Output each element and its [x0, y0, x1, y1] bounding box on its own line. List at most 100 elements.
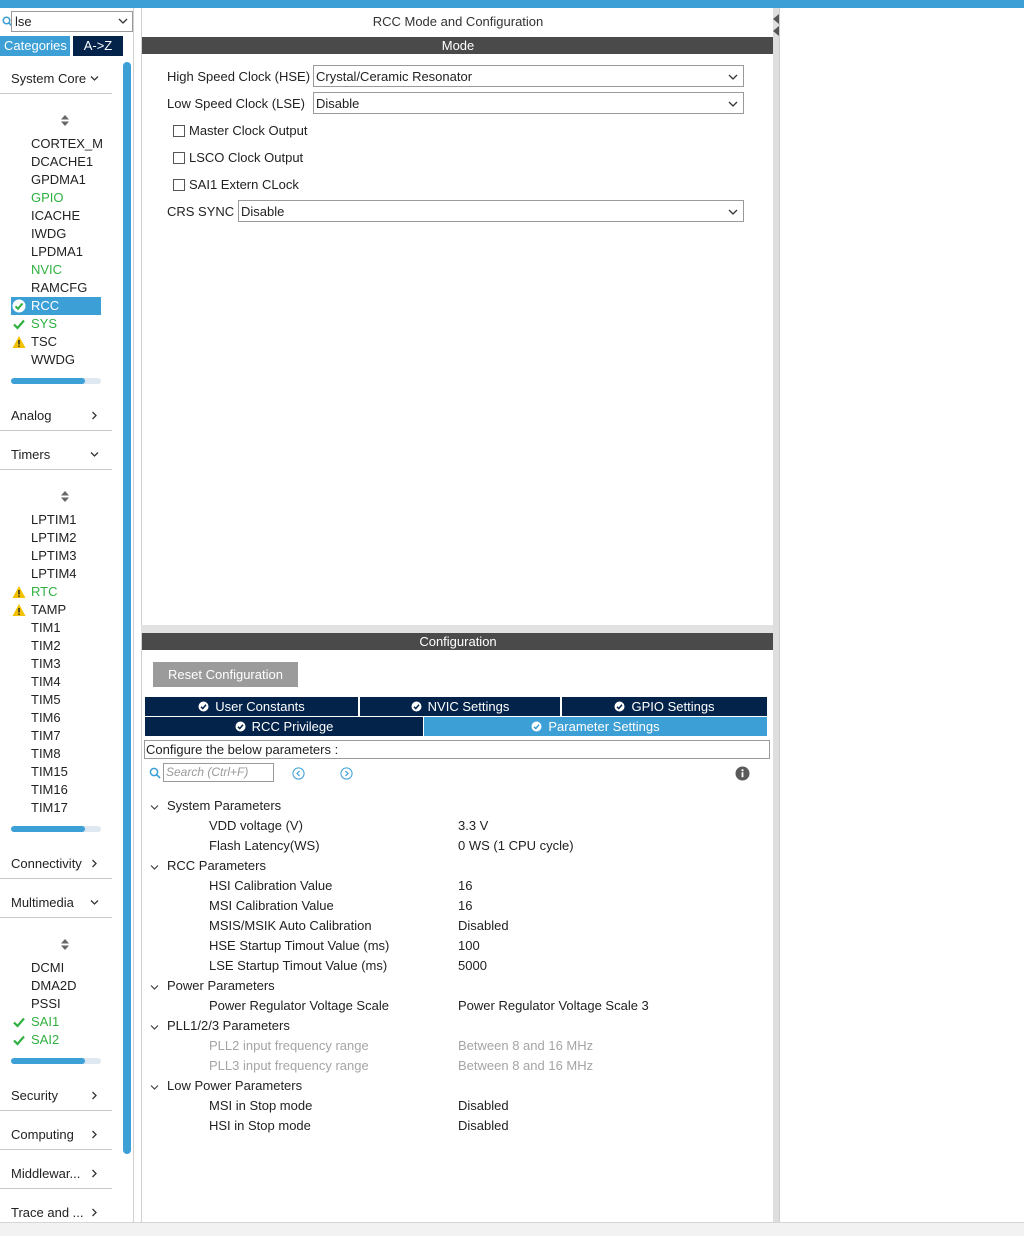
peripheral-search-input[interactable]	[11, 11, 133, 32]
parameter-group[interactable]: PLL1/2/3 Parameters	[150, 1018, 290, 1038]
category-analog[interactable]: Analog	[0, 401, 112, 431]
chevron-down-icon[interactable]	[150, 863, 159, 872]
peripheral-tim16[interactable]: TIM16	[11, 781, 101, 799]
chevron-down-icon[interactable]	[90, 898, 99, 907]
reset-configuration-button[interactable]: Reset Configuration	[153, 662, 298, 687]
parameter-row[interactable]: HSI in Stop mode Disabled	[209, 1118, 769, 1138]
parameter-value[interactable]: 16	[458, 878, 472, 893]
peripheral-lptim1[interactable]: LPTIM1	[11, 511, 101, 529]
parameter-row[interactable]: HSE Startup Timout Value (ms) 100	[209, 938, 769, 958]
parameter-group[interactable]: System Parameters	[150, 798, 281, 818]
checkbox-box[interactable]	[173, 152, 185, 164]
chevron-right-icon[interactable]	[90, 411, 99, 420]
horizontal-scrollbar[interactable]	[11, 826, 101, 832]
chevron-right-icon[interactable]	[90, 1130, 99, 1139]
peripheral-tsc[interactable]: TSC	[11, 333, 101, 351]
peripheral-tim5[interactable]: TIM5	[11, 691, 101, 709]
parameter-value[interactable]: 100	[458, 938, 480, 953]
parameter-value[interactable]: Disabled	[458, 918, 509, 933]
chevron-down-icon[interactable]	[150, 803, 159, 812]
chevron-down-icon[interactable]	[90, 74, 99, 83]
panel-splitter[interactable]	[141, 625, 773, 633]
parameter-row[interactable]: Power Regulator Voltage Scale Power Regul…	[209, 998, 769, 1018]
info-icon[interactable]	[735, 766, 750, 781]
chevron-right-icon[interactable]	[90, 859, 99, 868]
peripheral-lptim3[interactable]: LPTIM3	[11, 547, 101, 565]
parameter-row[interactable]: PLL2 input frequency range Between 8 and …	[209, 1038, 769, 1058]
category-trace-and[interactable]: Trace and ...	[0, 1198, 112, 1222]
peripheral-tim7[interactable]: TIM7	[11, 727, 101, 745]
parameter-row[interactable]: VDD voltage (V) 3.3 V	[209, 818, 769, 838]
tab-rcc-privilege[interactable]: RCC Privilege	[145, 717, 423, 736]
sort-icon[interactable]	[59, 490, 71, 504]
chevron-down-icon[interactable]	[118, 17, 128, 25]
parameter-row[interactable]: PLL3 input frequency range Between 8 and …	[209, 1058, 769, 1078]
parameter-value[interactable]: 5000	[458, 958, 487, 973]
previous-result-icon[interactable]	[292, 767, 305, 780]
peripheral-sai2[interactable]: SAI2	[11, 1031, 101, 1049]
category-computing[interactable]: Computing	[0, 1120, 112, 1150]
tab-parameter-settings[interactable]: Parameter Settings	[424, 717, 767, 736]
parameter-group[interactable]: Low Power Parameters	[150, 1078, 302, 1098]
peripheral-ramcfg[interactable]: RAMCFG	[11, 279, 101, 297]
parameter-value[interactable]: 3.3 V	[458, 818, 488, 833]
peripheral-tim3[interactable]: TIM3	[11, 655, 101, 673]
category-middlewar[interactable]: Middlewar...	[0, 1159, 112, 1189]
parameter-value[interactable]: 0 WS (1 CPU cycle)	[458, 838, 574, 853]
peripheral-tim17[interactable]: TIM17	[11, 799, 101, 817]
tab-categories[interactable]: Categories	[0, 36, 70, 56]
chevron-down-icon[interactable]	[150, 1023, 159, 1032]
scrollbar-thumb[interactable]	[11, 1058, 85, 1064]
peripheral-sai1[interactable]: SAI1	[11, 1013, 101, 1031]
lse-select[interactable]: Disable	[313, 92, 744, 114]
peripheral-lptim4[interactable]: LPTIM4	[11, 565, 101, 583]
chevron-down-icon[interactable]	[90, 450, 99, 459]
peripheral-tim1[interactable]: TIM1	[11, 619, 101, 637]
parameter-row[interactable]: Flash Latency(WS) 0 WS (1 CPU cycle)	[209, 838, 769, 858]
peripheral-lptim2[interactable]: LPTIM2	[11, 529, 101, 547]
peripheral-nvic[interactable]: NVIC	[11, 261, 101, 279]
tab-user-constants[interactable]: User Constants	[145, 697, 358, 716]
category-multimedia[interactable]: Multimedia	[0, 888, 112, 918]
horizontal-scrollbar[interactable]	[11, 1058, 101, 1064]
scrollbar-thumb[interactable]	[11, 826, 85, 832]
parameter-group[interactable]: RCC Parameters	[150, 858, 266, 878]
peripheral-tim4[interactable]: TIM4	[11, 673, 101, 691]
next-result-icon[interactable]	[340, 767, 353, 780]
chevron-down-icon[interactable]	[150, 1083, 159, 1092]
peripheral-gpio[interactable]: GPIO	[11, 189, 101, 207]
peripheral-dma2d[interactable]: DMA2D	[11, 977, 101, 995]
tab-a-z[interactable]: A->Z	[73, 36, 123, 56]
peripheral-rcc[interactable]: RCC	[11, 297, 101, 315]
parameter-group[interactable]: Power Parameters	[150, 978, 275, 998]
peripheral-cortex-m[interactable]: CORTEX_M	[11, 135, 103, 153]
parameter-value[interactable]: Power Regulator Voltage Scale 3	[458, 998, 649, 1013]
peripheral-pssi[interactable]: PSSI	[11, 995, 101, 1013]
chevron-right-icon[interactable]	[90, 1169, 99, 1178]
chevron-right-icon[interactable]	[90, 1208, 99, 1217]
peripheral-rtc[interactable]: RTC	[11, 583, 101, 601]
parameter-search-input[interactable]: Search (Ctrl+F)	[163, 763, 274, 782]
parameter-value[interactable]: 16	[458, 898, 472, 913]
category-security[interactable]: Security	[0, 1081, 112, 1111]
parameter-row[interactable]: MSI Calibration Value 16	[209, 898, 769, 918]
peripheral-tamp[interactable]: TAMP	[11, 601, 101, 619]
parameter-row[interactable]: MSI in Stop mode Disabled	[209, 1098, 769, 1118]
parameter-row[interactable]: LSE Startup Timout Value (ms) 5000	[209, 958, 769, 978]
chevron-down-icon[interactable]	[150, 983, 159, 992]
peripheral-lpdma1[interactable]: LPDMA1	[11, 243, 101, 261]
peripheral-tim15[interactable]: TIM15	[11, 763, 101, 781]
peripheral-icache[interactable]: ICACHE	[11, 207, 101, 225]
peripheral-dcache1[interactable]: DCACHE1	[11, 153, 101, 171]
parameter-value[interactable]: Disabled	[458, 1098, 509, 1113]
parameter-value[interactable]: Disabled	[458, 1118, 509, 1133]
peripheral-sys[interactable]: SYS	[11, 315, 101, 333]
peripheral-gpdma1[interactable]: GPDMA1	[11, 171, 101, 189]
category-system-core[interactable]: System Core	[0, 64, 112, 94]
peripheral-tim2[interactable]: TIM2	[11, 637, 101, 655]
peripheral-tim6[interactable]: TIM6	[11, 709, 101, 727]
scrollbar-thumb[interactable]	[11, 378, 85, 384]
sort-icon[interactable]	[59, 938, 71, 952]
parameter-row[interactable]: HSI Calibration Value 16	[209, 878, 769, 898]
peripheral-wwdg[interactable]: WWDG	[11, 351, 101, 369]
